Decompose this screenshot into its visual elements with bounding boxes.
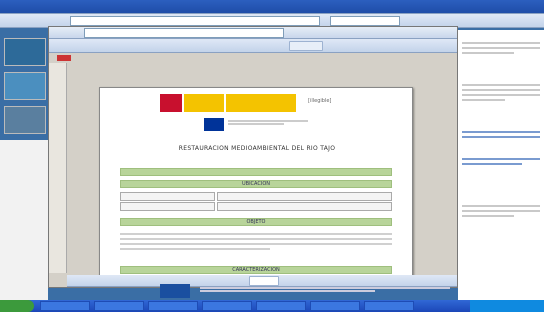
taskbar-item-2[interactable] <box>94 301 144 311</box>
pdf-url-bar[interactable] <box>84 28 284 38</box>
taskbar-item-4[interactable] <box>202 301 252 311</box>
pdf-nav-panel <box>49 63 67 273</box>
sidebar-thumbnail-2[interactable] <box>4 72 46 100</box>
pdf-toolbar-red-icon[interactable] <box>57 55 71 61</box>
location-field-1 <box>120 192 215 201</box>
right-page-text <box>458 30 544 300</box>
taskbar-item-5[interactable] <box>256 301 306 311</box>
bottom-star-graphic <box>160 284 190 298</box>
pdf-zoom-field[interactable] <box>289 41 323 51</box>
taskbar-item-1[interactable] <box>40 301 90 311</box>
outer-window-titlebar <box>0 0 544 14</box>
system-tray <box>470 300 544 312</box>
eu-fund-text-lines <box>228 119 308 131</box>
pdf-toolbar <box>49 39 457 53</box>
pdf-page-field[interactable] <box>249 276 279 286</box>
section-purpose: OBJETO <box>120 218 392 226</box>
pdf-page: [illegible] RESTAURACION MEDIOAMBIENTAL … <box>99 87 413 279</box>
bottom-caption-lines <box>200 286 450 298</box>
outer-address-bar[interactable] <box>70 16 320 26</box>
section-header-band <box>120 168 392 176</box>
purpose-paragraph <box>120 230 392 266</box>
sidebar-background <box>0 140 48 300</box>
location-field-3 <box>120 202 215 211</box>
section-characterization: CARACTERIZACION <box>120 266 392 274</box>
government-logo: [illegible] <box>160 92 331 114</box>
start-button[interactable] <box>0 300 34 312</box>
location-field-2 <box>217 192 392 201</box>
taskbar-item-7[interactable] <box>364 301 414 311</box>
outer-search-field[interactable] <box>330 16 400 26</box>
pdf-viewer-window: [illegible] RESTAURACION MEDIOAMBIENTAL … <box>48 26 458 288</box>
eu-flag-logo <box>204 118 224 131</box>
location-field-4 <box>217 202 392 211</box>
sidebar-thumbnail-1[interactable] <box>4 38 46 66</box>
document-title: RESTAURACION MEDIOAMBIENTAL DEL RIO TAJO <box>178 145 336 152</box>
sidebar-thumbnail-3[interactable] <box>4 106 46 134</box>
taskbar-item-6[interactable] <box>310 301 360 311</box>
taskbar-item-3[interactable] <box>148 301 198 311</box>
section-location: UBICACION <box>120 180 392 188</box>
